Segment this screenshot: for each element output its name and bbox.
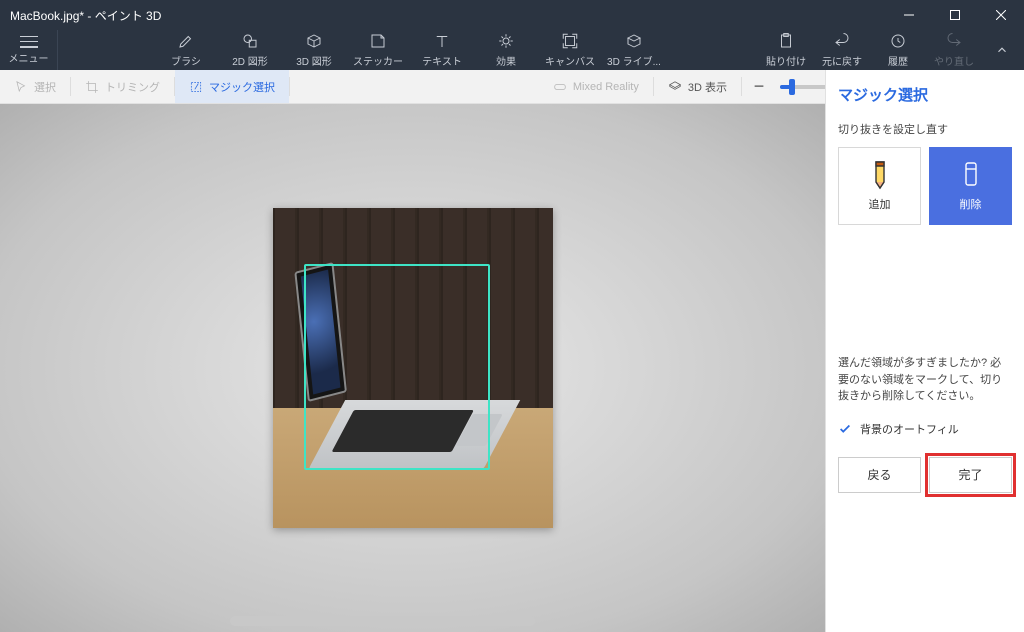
ribbon: メニュー ブラシ 2D 図形 3D 図形 ステッカー テキスト 効果 キャンバス… xyxy=(0,30,1024,70)
library-icon xyxy=(625,32,643,50)
minimize-button[interactable] xyxy=(886,0,932,30)
3d-view-tool[interactable]: 3D 表示 xyxy=(654,70,741,103)
canvas-image[interactable] xyxy=(273,208,553,528)
add-tool-card[interactable]: 追加 xyxy=(838,147,921,225)
eraser-icon xyxy=(958,160,984,190)
mixed-reality-icon xyxy=(553,80,567,94)
2d-shapes-button[interactable]: 2D 図形 xyxy=(223,30,277,70)
canvas-icon xyxy=(561,32,579,50)
menu-label: メニュー xyxy=(9,50,49,65)
crop-icon xyxy=(85,80,99,94)
canvas-workspace[interactable] xyxy=(0,104,825,632)
menu-button[interactable]: メニュー xyxy=(0,30,58,70)
zoom-out-button[interactable]: − xyxy=(742,76,776,97)
undo-button[interactable]: 元に戻す xyxy=(818,30,866,70)
paste-icon xyxy=(777,32,795,50)
mixed-reality-tool: Mixed Reality xyxy=(539,70,653,103)
selection-outline xyxy=(304,264,490,470)
panel-subtitle: 切り抜きを設定し直す xyxy=(838,121,1012,137)
select-tool[interactable]: 選択 xyxy=(0,70,70,103)
pencil-icon xyxy=(867,160,893,190)
3d-shapes-button[interactable]: 3D 図形 xyxy=(287,30,341,70)
done-button[interactable]: 完了 xyxy=(929,457,1012,493)
sticker-icon xyxy=(369,32,387,50)
brush-icon xyxy=(177,32,195,50)
horizontal-scrollbar[interactable] xyxy=(230,616,535,626)
effects-icon xyxy=(497,32,515,50)
close-button[interactable] xyxy=(978,0,1024,30)
text-button[interactable]: テキスト xyxy=(415,30,469,70)
help-text: 選んだ領域が多すぎましたか? 必要のない領域をマークして、切り抜きから削除してく… xyxy=(838,355,1012,405)
remove-tool-card[interactable]: 削除 xyxy=(929,147,1012,225)
effects-button[interactable]: 効果 xyxy=(479,30,533,70)
panel-title: マジック選択 xyxy=(838,84,1012,105)
canvas-button[interactable]: キャンバス xyxy=(543,30,597,70)
check-icon xyxy=(838,422,852,436)
magic-select-tool[interactable]: マジック選択 xyxy=(175,70,289,103)
chevron-up-icon xyxy=(995,43,1009,57)
paste-button[interactable]: 貼り付け xyxy=(762,30,810,70)
sticker-button[interactable]: ステッカー xyxy=(351,30,405,70)
view-3d-icon xyxy=(668,80,682,94)
selected-object[interactable] xyxy=(308,400,483,470)
3d-library-button[interactable]: 3D ライブ... xyxy=(607,30,661,70)
shapes-2d-icon xyxy=(241,32,259,50)
hamburger-icon xyxy=(20,36,38,48)
history-button[interactable]: 履歴 xyxy=(874,30,922,70)
window-title: MacBook.jpg* - ペイント 3D xyxy=(0,7,886,24)
text-icon xyxy=(433,32,451,50)
cursor-icon xyxy=(14,80,28,94)
expand-ribbon-button[interactable] xyxy=(986,30,1018,70)
brush-button[interactable]: ブラシ xyxy=(159,30,213,70)
crop-tool[interactable]: トリミング xyxy=(71,70,174,103)
side-panel: マジック選択 切り抜きを設定し直す 追加 削除 選んだ領域が多すぎましたか? 必… xyxy=(825,70,1024,632)
magic-select-icon xyxy=(189,80,203,94)
redo-button: やり直し xyxy=(930,30,978,70)
autofill-checkbox[interactable]: 背景のオートフィル xyxy=(838,421,1012,437)
maximize-button[interactable] xyxy=(932,0,978,30)
back-button[interactable]: 戻る xyxy=(838,457,921,493)
titlebar: MacBook.jpg* - ペイント 3D xyxy=(0,0,1024,30)
undo-icon xyxy=(833,32,851,50)
shapes-3d-icon xyxy=(305,32,323,50)
history-icon xyxy=(889,32,907,50)
redo-icon xyxy=(945,32,963,50)
